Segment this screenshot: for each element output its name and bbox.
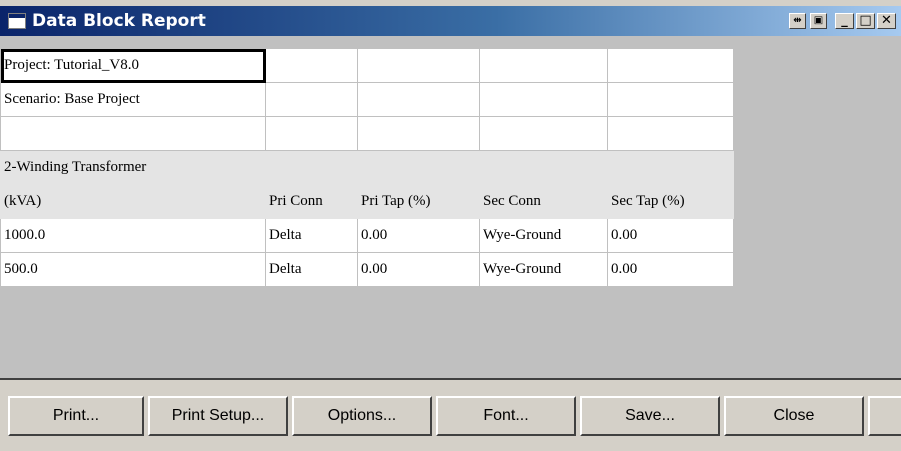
table-cell[interactable] (265, 48, 358, 83)
table-cell[interactable] (607, 82, 734, 117)
table-row: 2-Winding Transformer (0, 150, 734, 185)
table-cell[interactable] (479, 116, 608, 151)
report-table: Project: Tutorial_V8.0 Scenario: Base Pro… (0, 48, 734, 287)
table-cell[interactable] (357, 82, 480, 117)
maximize-icon[interactable]: □ (856, 13, 875, 29)
close-icon[interactable]: ✕ (877, 13, 896, 29)
table-cell[interactable]: Project: Tutorial_V8.0 (0, 48, 266, 83)
table-cell[interactable]: 2-Winding Transformer (0, 150, 266, 185)
table-row: 500.0 Delta 0.00 Wye-Ground 0.00 (0, 252, 734, 287)
table-cell[interactable]: 1000.0 (0, 218, 266, 253)
title-bar[interactable]: Data Block Report ⇹ ▣ _ □ ✕ (0, 6, 901, 36)
table-cell[interactable]: Pri Conn (265, 184, 358, 219)
table-cell[interactable]: 500.0 (0, 252, 266, 287)
table-cell[interactable] (265, 150, 358, 185)
options-button[interactable]: Options... (292, 396, 432, 436)
table-cell[interactable] (479, 150, 608, 185)
table-cell[interactable] (357, 116, 480, 151)
table-cell[interactable] (357, 150, 480, 185)
table-cell[interactable] (607, 150, 734, 185)
table-cell[interactable]: Delta (265, 218, 358, 253)
pin-icon[interactable]: ⇹ (789, 13, 806, 29)
table-row: Scenario: Base Project (0, 82, 734, 117)
table-cell[interactable]: 0.00 (357, 252, 480, 287)
table-cell[interactable]: Sec Conn (479, 184, 608, 219)
table-cell[interactable] (607, 116, 734, 151)
table-cell[interactable] (265, 116, 358, 151)
font-button[interactable]: Font... (436, 396, 576, 436)
table-cell[interactable]: 0.00 (357, 218, 480, 253)
table-cell[interactable] (357, 48, 480, 83)
table-cell[interactable]: Wye-Ground (479, 252, 608, 287)
table-cell[interactable] (479, 82, 608, 117)
table-row (0, 116, 734, 151)
table-cell[interactable]: Scenario: Base Project (0, 82, 266, 117)
print-button[interactable]: Print... (8, 396, 144, 436)
table-cell[interactable]: Pri Tap (%) (357, 184, 480, 219)
table-cell[interactable]: 0.00 (607, 218, 734, 253)
table-cell[interactable]: (kVA) (0, 184, 266, 219)
table-row: 1000.0 Delta 0.00 Wye-Ground 0.00 (0, 218, 734, 253)
table-cell[interactable]: Sec Tap (%) (607, 184, 734, 219)
close-button[interactable]: Close (724, 396, 864, 436)
restore-icon[interactable]: ▣ (810, 13, 827, 29)
button-row: Print... Print Setup... Options... Font.… (0, 380, 901, 451)
table-cell[interactable] (265, 82, 358, 117)
minimize-icon[interactable]: _ (835, 13, 854, 29)
extra-button[interactable] (868, 396, 901, 436)
report-grid-area: Project: Tutorial_V8.0 Scenario: Base Pro… (0, 36, 901, 379)
table-cell[interactable]: 0.00 (607, 252, 734, 287)
table-cell[interactable]: Delta (265, 252, 358, 287)
table-cell[interactable]: Wye-Ground (479, 218, 608, 253)
table-row: (kVA) Pri Conn Pri Tap (%) Sec Conn Sec Tap … (0, 184, 734, 219)
save-button[interactable]: Save... (580, 396, 720, 436)
table-cell[interactable] (479, 48, 608, 83)
window-title: Data Block Report (32, 11, 206, 31)
app-window-icon (8, 13, 26, 29)
table-cell[interactable] (0, 116, 266, 151)
table-row: Project: Tutorial_V8.0 (0, 48, 734, 83)
print-setup-button[interactable]: Print Setup... (148, 396, 288, 436)
table-cell[interactable] (607, 48, 734, 83)
